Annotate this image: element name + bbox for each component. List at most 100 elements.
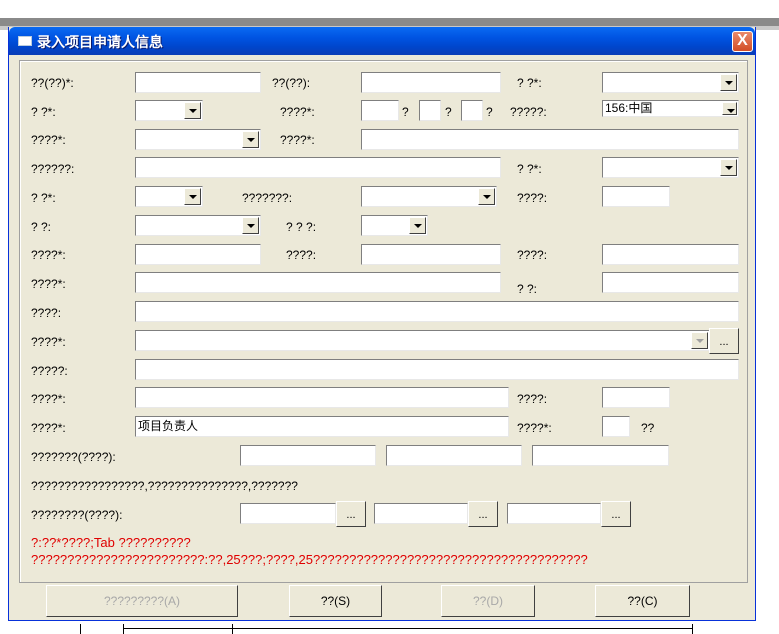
chevron-down-icon[interactable] <box>720 159 737 176</box>
label-postcode: ? ?: <box>517 282 538 296</box>
label-field-a: ????: <box>517 191 548 205</box>
code-browse-button-2[interactable]: ... <box>468 501 498 527</box>
code-browse-button-1[interactable]: ... <box>336 501 366 527</box>
save-and-add-button[interactable]: ?????????(A) <box>46 585 238 617</box>
degree-select[interactable] <box>135 186 203 207</box>
unit-browse-button[interactable]: ... <box>709 328 739 354</box>
label-unit: ????*: <box>31 335 66 349</box>
chevron-down-icon[interactable] <box>184 188 201 205</box>
idtype-select[interactable] <box>135 129 261 150</box>
label-title-rank: ? ?*: <box>517 162 542 176</box>
label-field-c: ????*: <box>31 392 66 406</box>
background-grid-line <box>123 628 693 629</box>
background-grid-line <box>692 624 693 634</box>
label-codes: ????????(????): <box>31 508 123 522</box>
field-d-input[interactable] <box>602 387 670 408</box>
keyword-input-3[interactable] <box>532 445 669 466</box>
title-rank-select[interactable] <box>602 157 739 178</box>
label-department: ?????: <box>31 364 68 378</box>
type-select[interactable] <box>135 100 203 121</box>
title-bar[interactable]: 录入项目申请人信息 X <box>9 27 755 55</box>
chevron-down-icon[interactable] <box>691 332 708 349</box>
label-mobile: ????: <box>517 248 548 262</box>
label-phone: ????*: <box>31 248 66 262</box>
birth-day-input[interactable] <box>461 100 483 121</box>
country-value: 156:中国 <box>605 101 653 115</box>
idnumber-input[interactable] <box>361 129 739 150</box>
role-value: 项目负责人 <box>138 419 199 433</box>
label-country: ?????: <box>510 105 547 119</box>
label-order: ????*: <box>517 421 552 435</box>
organization-input[interactable] <box>135 157 501 178</box>
delete-button[interactable]: ??(D) <box>441 585 535 617</box>
label-idnumber: ????*: <box>280 133 315 147</box>
label-type: ? ?*: <box>31 105 56 119</box>
code-input-2[interactable] <box>374 503 468 524</box>
field-b-select[interactable] <box>361 215 428 236</box>
chevron-down-icon[interactable] <box>184 102 201 119</box>
cancel-button[interactable]: ??(C) <box>595 585 690 617</box>
department-input[interactable] <box>135 359 739 380</box>
nation-select[interactable] <box>135 215 261 236</box>
label-address: ????: <box>31 306 62 320</box>
country-select[interactable]: 156:中国 <box>602 100 739 117</box>
label-keywords: ???????(????): <box>31 450 116 464</box>
label-order-suffix: ?? <box>641 421 655 435</box>
code-input-1[interactable] <box>240 503 336 524</box>
label-idtype: ????*: <box>31 133 66 147</box>
birth-year-input[interactable] <box>361 100 399 121</box>
order-input[interactable] <box>602 416 630 437</box>
label-name-alt: ??(??): <box>272 76 311 90</box>
label-year-sep: ? <box>402 105 409 119</box>
label-nation: ? ?: <box>31 220 52 234</box>
label-month-sep: ? <box>445 105 452 119</box>
label-field-d: ????: <box>517 392 548 406</box>
label-degree: ? ?*: <box>31 191 56 205</box>
background-area <box>0 0 779 18</box>
unit-select[interactable] <box>135 330 710 351</box>
keyword-input-2[interactable] <box>386 445 522 466</box>
field-a-input[interactable] <box>602 186 670 207</box>
hint-limits: ????????????????????????:??,25???;????,2… <box>31 552 588 567</box>
label-day-sep: ? <box>486 105 493 119</box>
background-grid-line <box>80 624 81 634</box>
dialog-title: 录入项目申请人信息 <box>37 35 163 51</box>
label-name: ??(??)*: <box>31 76 74 90</box>
save-button[interactable]: ??(S) <box>289 585 382 617</box>
postcode-input[interactable] <box>602 272 739 293</box>
label-role: ????*: <box>31 421 66 435</box>
address-input[interactable] <box>135 301 739 322</box>
fax-input[interactable] <box>361 244 501 265</box>
phone-input[interactable] <box>135 244 261 265</box>
label-birthdate: ????*: <box>280 105 315 119</box>
chevron-down-icon[interactable] <box>722 102 737 115</box>
keyword-input-1[interactable] <box>240 445 376 466</box>
label-field-b: ? ? ?: <box>286 220 317 234</box>
background-grid-line <box>123 624 124 634</box>
chevron-down-icon[interactable] <box>478 188 495 205</box>
role-input[interactable]: 项目负责人 <box>135 416 509 437</box>
label-gender: ? ?*: <box>517 76 542 90</box>
label-fax: ????: <box>286 248 317 262</box>
email-input[interactable] <box>135 272 501 293</box>
label-education: ???????: <box>242 191 293 205</box>
chevron-down-icon[interactable] <box>242 131 259 148</box>
gender-select[interactable] <box>602 72 739 93</box>
name-input[interactable] <box>135 72 261 93</box>
code-input-3[interactable] <box>507 503 601 524</box>
field-c-input[interactable] <box>135 387 509 408</box>
chevron-down-icon[interactable] <box>720 74 737 91</box>
close-button[interactable]: X <box>732 31 753 52</box>
background-area-bottom <box>0 620 779 634</box>
keywords-note: ?????????????????,???????????????,??????… <box>31 479 298 493</box>
hint-required: ?:??*????;Tab ?????????? <box>31 535 191 550</box>
name-alt-input[interactable] <box>361 72 501 93</box>
birth-month-input[interactable] <box>419 100 441 121</box>
background-grid-line <box>232 624 233 634</box>
mobile-input[interactable] <box>602 244 739 265</box>
window-icon <box>18 36 32 46</box>
code-browse-button-3[interactable]: ... <box>601 501 631 527</box>
education-select[interactable] <box>361 186 497 207</box>
chevron-down-icon[interactable] <box>242 217 259 234</box>
chevron-down-icon[interactable] <box>409 217 426 234</box>
